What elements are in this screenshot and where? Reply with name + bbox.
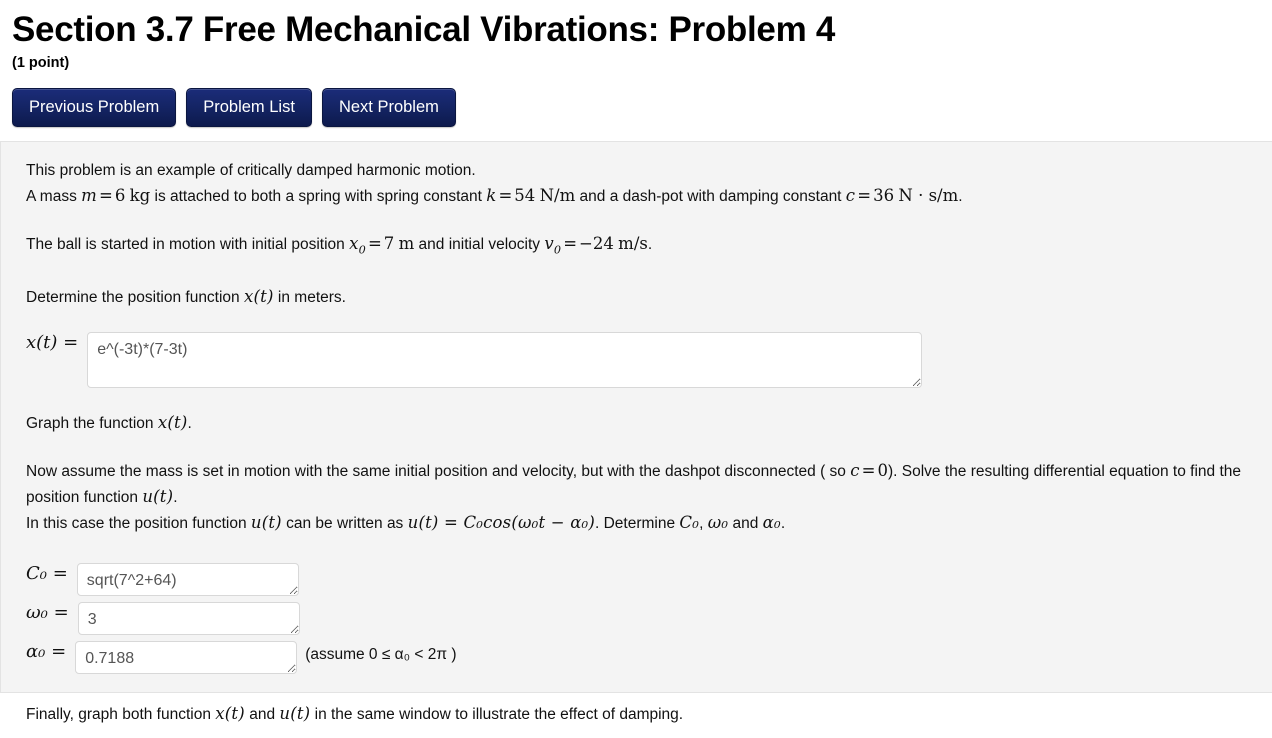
formula-w0: ω₀ (707, 513, 729, 533)
xt-answer-input[interactable] (87, 332, 923, 389)
initial-conditions-line: The ball is started in motion with initi… (26, 234, 653, 257)
final-function-u: u(t) (279, 704, 311, 724)
final-line: Finally, graph both function x(t) and u(… (26, 701, 1252, 727)
determine-function: x(t) (243, 287, 274, 307)
v0-symbol: v0 (544, 234, 562, 257)
formula-comma: , (699, 515, 708, 533)
graph-line: Graph the function x(t). (26, 410, 1252, 436)
a0-label: α₀ = (26, 641, 67, 663)
dashpot-function: u(t) (142, 487, 174, 507)
v0-value: −24 (579, 234, 614, 253)
final-mid: and (244, 706, 280, 724)
problem-list-button[interactable]: Problem List (186, 88, 312, 127)
formula-a0: α₀ (762, 513, 781, 533)
dashpot-equals: = (861, 461, 876, 481)
formula-mid: can be written as (281, 515, 408, 533)
w0-answer-input[interactable] (77, 602, 300, 636)
mass-value: 6 (114, 186, 126, 205)
x0-unit: m (398, 234, 415, 253)
mass-symbol: m (81, 186, 97, 205)
graph-prefix: Graph the function (26, 415, 158, 433)
spring-symbol: k (486, 186, 497, 205)
a0-answer-input[interactable] (75, 641, 298, 675)
point-value: (1 point) (12, 55, 70, 71)
formula-end: . (780, 515, 786, 533)
answer-row-w0: ω₀ = (26, 602, 1252, 636)
page-title: Section 3.7 Free Mechanical Vibrations: … (12, 10, 835, 49)
determine-suffix: in meters. (273, 289, 346, 307)
next-problem-button[interactable]: Next Problem (321, 88, 456, 127)
graph-function: x(t) (157, 413, 188, 433)
x0-symbol: x0 (349, 234, 366, 257)
setup-trailing: . (958, 188, 963, 205)
v0-unit: m/s (618, 234, 648, 253)
a0-assume-note: (assume 0 ≤ α₀ < 2π ) (305, 646, 457, 664)
formula-c0: C₀ (679, 513, 700, 533)
problem-panel: This problem is an example of critically… (0, 141, 1272, 723)
final-suffix: in the same window to illustrate the eff… (310, 706, 684, 724)
determine-line: Determine the position function x(t) in … (26, 284, 1252, 310)
previous-problem-button[interactable]: Previous Problem (12, 88, 177, 127)
problem-nav-toolbar: Previous Problem Problem List Next Probl… (0, 71, 1272, 127)
formula-prefix: In this case the position function (26, 515, 251, 533)
graph-suffix: . (187, 415, 192, 433)
damping-unit: N · s/m (898, 186, 959, 205)
dashpot-c-symbol: c (850, 461, 860, 481)
final-function-x: x(t) (215, 704, 245, 724)
setup-line: A mass m = 6 kg is attached to both a spri… (26, 186, 963, 205)
intro-line: This problem is an example of critically… (26, 162, 476, 179)
c0-label: C₀ = (26, 563, 68, 585)
c0-answer-input[interactable] (76, 563, 299, 597)
formula-suffix: . Determine (595, 515, 680, 533)
determine-prefix: Determine the position function (26, 289, 244, 307)
initial-middle: and initial velocity (414, 236, 545, 253)
w0-label: ω₀ = (26, 602, 69, 624)
dashpot-part3: . (173, 489, 178, 507)
formula-function: u(t) (250, 513, 282, 533)
formula-paragraph: In this case the position function u(t) … (26, 510, 1252, 536)
formula-expression: u(t) = C₀cos(ω₀t − α₀) (407, 513, 595, 533)
x0-value: 7 (383, 234, 395, 253)
xt-label: x(t) = (26, 332, 79, 354)
initial-suffix: . (647, 236, 653, 253)
formula-and: and (728, 515, 763, 533)
spring-unit: N/m (539, 186, 576, 205)
spring-value: 54 (514, 186, 536, 205)
answer-row-xt: x(t) = (26, 332, 1252, 389)
final-prefix: Finally, graph both function (26, 706, 216, 724)
damping-value: 36 (873, 186, 895, 205)
dashpot-zero: 0 (877, 461, 889, 481)
answer-row-c0: C₀ = (26, 563, 1252, 597)
dashpot-paragraph: Now assume the mass is set in motion wit… (26, 458, 1252, 510)
damping-symbol: c (845, 186, 856, 205)
dashpot-part1: Now assume the mass is set in motion wit… (26, 463, 851, 481)
setup-before-mass: A mass (26, 188, 82, 205)
setup-after-spring: and a dash-pot with damping constant (575, 188, 846, 205)
answer-row-a0: α₀ = (assume 0 ≤ α₀ < 2π ) (26, 641, 1252, 675)
setup-mid-text: is attached to both a spring with spring… (150, 188, 487, 205)
mass-unit: kg (129, 186, 151, 205)
initial-prefix: The ball is started in motion with initi… (26, 236, 350, 253)
